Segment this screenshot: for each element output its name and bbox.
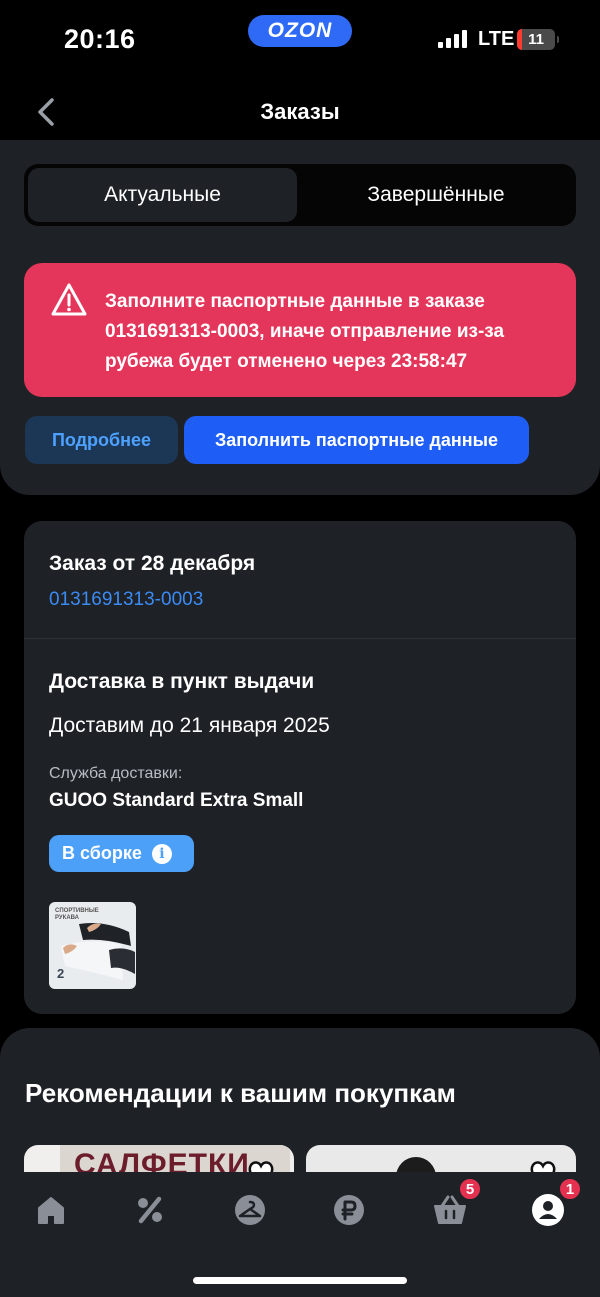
divider [24, 638, 576, 639]
tab-home[interactable] [31, 1190, 71, 1230]
alert-message: Заполните паспортные данные в заказе 013… [105, 291, 505, 372]
status-badge[interactable]: В сборке i [49, 835, 194, 872]
favorite-heart-icon[interactable] [246, 1157, 276, 1173]
status-label: В сборке [62, 843, 142, 863]
hanger-icon [235, 1195, 265, 1225]
tab-fresh[interactable] [230, 1190, 270, 1230]
tab-discounts[interactable] [130, 1190, 170, 1230]
battery-icon: 11 [517, 29, 559, 50]
recommendation-card[interactable] [306, 1145, 576, 1173]
recommendation-card-text: САЛФЕТКИ [74, 1148, 250, 1174]
brand-logo: OZON [248, 15, 352, 47]
recommendation-card[interactable]: САЛФЕТКИ [24, 1145, 294, 1173]
tab-completed-orders[interactable]: Завершённые [300, 168, 572, 222]
favorite-heart-icon[interactable] [528, 1157, 558, 1173]
network-type: LTE [478, 28, 515, 50]
tab-active-orders[interactable]: Актуальные [28, 168, 297, 222]
home-icon [38, 1197, 64, 1224]
recommendations-title: Рекомендации к вашим покупкам [25, 1078, 456, 1108]
tab-finance[interactable] [329, 1190, 369, 1230]
cart-badge: 5 [458, 1177, 482, 1201]
order-number-link[interactable]: 0131691313-0003 [49, 589, 203, 611]
warning-icon [50, 282, 88, 318]
ruble-icon [334, 1195, 364, 1225]
battery-level: 11 [528, 31, 544, 48]
product-count: 2 [57, 966, 65, 981]
delivery-date: Доставим до 21 января 2025 [49, 714, 330, 737]
info-icon[interactable]: i [151, 843, 172, 864]
page-title: Заказы [260, 99, 340, 124]
profile-icon [532, 1194, 564, 1226]
delivery-service-label: Служба доставки: [49, 765, 183, 782]
order-title: Заказ от 28 декабря [49, 552, 256, 575]
more-info-button[interactable]: Подробнее [25, 416, 178, 464]
signal-icon [438, 30, 467, 48]
fill-passport-button[interactable]: Заполнить паспортные данные [184, 416, 529, 464]
profile-badge: 1 [558, 1177, 582, 1201]
delivery-service-name: GUOO Standard Extra Small [49, 790, 304, 811]
product-thumbnail[interactable]: СПОРТИВНЫЕ РУКАВА 2 [49, 902, 136, 989]
percent-icon [138, 1196, 162, 1224]
status-time: 20:16 [64, 24, 136, 54]
delivery-type: Доставка в пункт выдачи [49, 670, 315, 693]
home-indicator[interactable] [193, 1277, 407, 1284]
